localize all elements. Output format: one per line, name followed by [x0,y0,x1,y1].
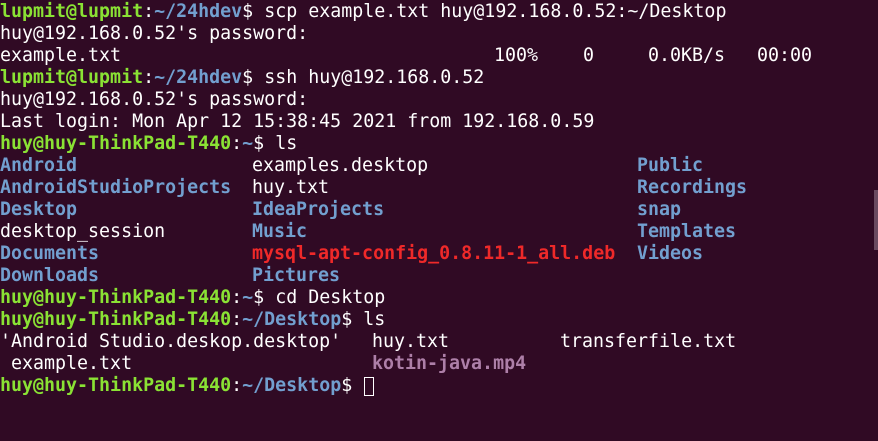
scp-progress-line: example.txt 100% 0 0.0KB/s 00:00 [0,45,878,67]
prompt-path: ~/24hdev [154,1,243,22]
command-text: ls [275,133,298,154]
terminal-line: huy@huy-ThinkPad-T440:~$ cd Desktop [0,287,386,308]
terminal-line: huy@huy-ThinkPad-T440:~/Desktop$ ls [0,309,386,330]
terminal-line: Last login: Mon Apr 12 15:38:45 2021 fro… [0,111,878,133]
prompt-symbol: $ [242,67,265,88]
prompt-user-host: huy@huy-ThinkPad-T440 [0,375,232,396]
listing-entry: example.txt [0,353,133,374]
password-prompt: huy@192.168.0.52's password: [0,89,309,110]
listing-entry: IdeaProjects [252,199,385,220]
listing-entry: kotin-java.mp4 [372,353,527,374]
terminal-window[interactable]: lupmit@lupmit:~/24hdev$ scp example.txt … [0,0,878,423]
listing-row: Android examples.desktop Public [0,155,878,177]
prompt-path: ~ [242,133,254,154]
command-text: ssh huy@192.168.0.52 [264,67,485,88]
listing-entry: 'Android Studio.deskop.desktop' [0,331,342,352]
terminal-line: lupmit@lupmit:~/24hdev$ scp example.txt … [0,1,727,22]
scp-size: 0 [583,45,595,66]
scrollbar[interactable] [874,190,878,250]
prompt-path: ~/Desktop [242,309,342,330]
listing-row: 'Android Studio.deskop.desktop' huy.txt … [0,331,878,353]
prompt-symbol: $ [341,309,364,330]
listing-row: Desktop IdeaProjects snap [0,199,878,221]
listing-entry: Pictures [252,265,341,286]
listing-entry: Documents [0,243,100,264]
listing-entry: Videos [637,243,704,264]
listing-entry: Public [637,155,704,176]
text-cursor [364,376,375,396]
listing-entry: huy.txt [372,331,450,352]
scp-file-name: example.txt [0,45,122,66]
prompt-user-host: huy@huy-ThinkPad-T440 [0,133,232,154]
terminal-line: lupmit@lupmit:~/24hdev$ ssh huy@192.168.… [0,67,485,88]
listing-entry: mysql-apt-config_0.8.11-1_all.deb [252,243,616,264]
prompt-user-host: lupmit@lupmit [0,67,144,88]
prompt-symbol: $ [253,133,276,154]
listing-entry: transferfile.txt [560,331,737,352]
prompt-symbol: $ [253,287,276,308]
listing-entry: Downloads [0,265,100,286]
terminal-line: huy@huy-ThinkPad-T440:~$ ls [0,133,298,154]
listing-entry: Templates [637,221,737,242]
prompt-path: ~/Desktop [242,375,342,396]
listing-entry: Android [0,155,78,176]
prompt-user-host: huy@huy-ThinkPad-T440 [0,309,232,330]
listing-entry: desktop_session [0,221,166,242]
prompt-user-host: lupmit@lupmit [0,1,144,22]
scp-rate: 0.0KB/s [648,45,726,66]
listing-entry: huy.txt [252,177,330,198]
last-login-text: Last login: Mon Apr 12 15:38:45 2021 fro… [0,111,595,132]
listing-entry: Recordings [637,177,748,198]
current-prompt-line[interactable]: huy@huy-ThinkPad-T440:~/Desktop$ [0,375,878,397]
listing-row: Documents mysql-apt-config_0.8.11-1_all.… [0,243,878,265]
password-prompt: huy@192.168.0.52's password: [0,23,309,44]
prompt-symbol: $ [242,1,265,22]
listing-row: example.txt kotin-java.mp4 [0,353,878,375]
listing-entry: Desktop [0,199,78,220]
listing-entry: examples.desktop [252,155,429,176]
listing-row: Downloads Pictures [0,265,878,287]
command-text: scp example.txt huy@192.168.0.52:~/Deskt… [264,1,727,22]
listing-row: AndroidStudioProjects huy.txt Recordings [0,177,878,199]
listing-entry: Music [252,221,308,242]
scp-time: 00:00 [757,45,813,66]
terminal-line: huy@192.168.0.52's password: [0,23,878,45]
command-text: cd Desktop [275,287,386,308]
terminal-line: huy@192.168.0.52's password: [0,89,878,111]
listing-entry: snap [637,199,682,220]
scp-percent: 100% [494,45,539,66]
prompt-symbol: $ [341,375,364,396]
listing-entry: AndroidStudioProjects [0,177,232,198]
command-text: ls [363,309,386,330]
prompt-path: ~ [242,287,254,308]
prompt-path: ~/24hdev [154,67,243,88]
listing-row: desktop_session Music Templates [0,221,878,243]
prompt-user-host: huy@huy-ThinkPad-T440 [0,287,232,308]
